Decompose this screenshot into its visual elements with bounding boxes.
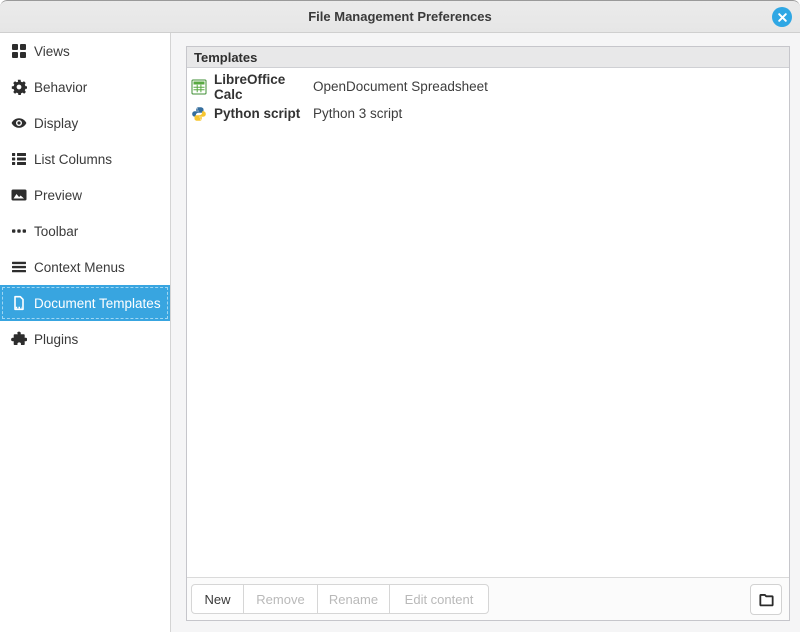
puzzle-icon (11, 331, 27, 347)
template-description: OpenDocument Spreadsheet (313, 79, 488, 94)
templates-column-header[interactable]: Templates (187, 47, 789, 68)
sidebar-item-plugins[interactable]: Plugins (0, 321, 170, 357)
close-button[interactable] (772, 7, 792, 27)
close-icon (777, 12, 788, 23)
eye-icon (11, 115, 27, 131)
rename-button: Rename (317, 584, 390, 614)
calc-icon (191, 79, 207, 95)
template-description: Python 3 script (313, 106, 402, 121)
sidebar-item-label: Display (34, 116, 78, 131)
titlebar[interactable]: File Management Preferences (0, 0, 800, 33)
edit-content-button: Edit content (389, 584, 489, 614)
sidebar-item-label: Plugins (34, 332, 78, 347)
sidebar-item-views[interactable]: Views (0, 33, 170, 69)
open-templates-folder-button[interactable] (750, 584, 782, 615)
sidebar-item-behavior[interactable]: Behavior (0, 69, 170, 105)
sidebar-item-label: Context Menus (34, 260, 125, 275)
sidebar-item-toolbar[interactable]: Toolbar (0, 213, 170, 249)
preferences-sidebar: Views Behavior Display (0, 33, 171, 632)
template-actions-group: New Remove Rename Edit content (191, 584, 489, 614)
dots-icon (11, 223, 27, 239)
python-icon (191, 106, 207, 122)
remove-button: Remove (243, 584, 318, 614)
sidebar-item-label: Preview (34, 188, 82, 203)
sidebar-item-label: Toolbar (34, 224, 78, 239)
menu-lines-icon (11, 259, 27, 275)
document-icon (11, 295, 27, 311)
grid-icon (11, 43, 27, 59)
image-icon (11, 187, 27, 203)
sidebar-item-label: Views (34, 44, 70, 59)
sidebar-item-list-columns[interactable]: List Columns (0, 141, 170, 177)
templates-list: LibreOffice Calc OpenDocument Spreadshee… (187, 68, 789, 577)
sidebar-item-document-templates[interactable]: Document Templates (0, 285, 170, 321)
window-title: File Management Preferences (308, 9, 492, 24)
new-button[interactable]: New (191, 584, 244, 614)
sidebar-item-display[interactable]: Display (0, 105, 170, 141)
templates-header-label: Templates (194, 50, 257, 65)
sidebar-item-label: Behavior (34, 80, 87, 95)
templates-frame: Templates LibreOffice Calc OpenDocumen (186, 46, 790, 621)
list-columns-icon (11, 151, 27, 167)
gear-icon (11, 79, 27, 95)
sidebar-item-label: List Columns (34, 152, 112, 167)
document-templates-panel: Templates LibreOffice Calc OpenDocumen (171, 33, 800, 632)
sidebar-item-label: Document Templates (34, 296, 161, 311)
sidebar-item-context-menus[interactable]: Context Menus (0, 249, 170, 285)
template-name: LibreOffice Calc (214, 72, 313, 102)
template-row-libreoffice-calc[interactable]: LibreOffice Calc OpenDocument Spreadshee… (187, 73, 789, 100)
sidebar-item-preview[interactable]: Preview (0, 177, 170, 213)
file-management-preferences-window: File Management Preferences Views (0, 0, 800, 632)
folder-icon (758, 591, 775, 608)
templates-toolbar: New Remove Rename Edit content (187, 577, 789, 620)
template-name: Python script (214, 106, 313, 121)
template-row-python-script[interactable]: Python script Python 3 script (187, 100, 789, 127)
